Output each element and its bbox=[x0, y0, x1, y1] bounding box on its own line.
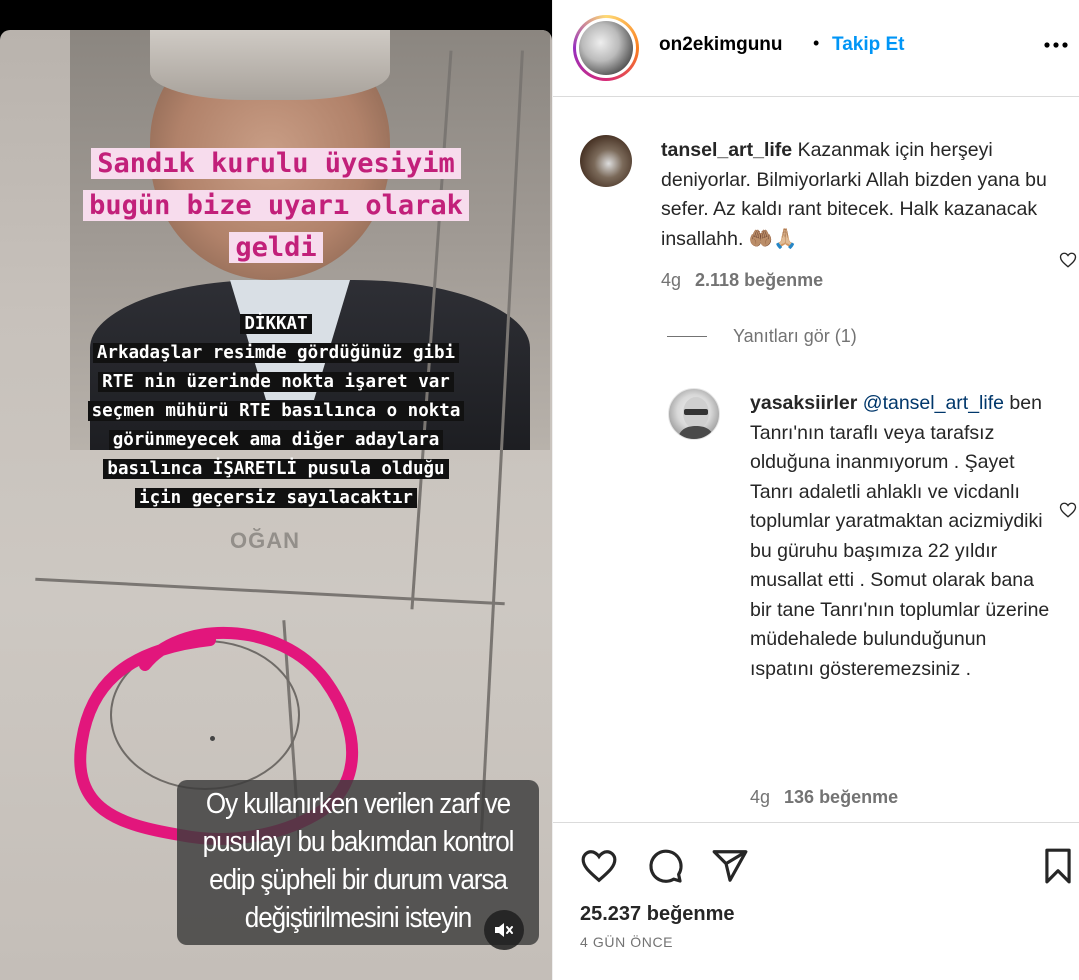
ballot-divider-line bbox=[35, 577, 505, 606]
pink-title-line: bugün bize uyarı olarak bbox=[83, 190, 469, 221]
warning-line: seçmen mühürü RTE basılınca o nokta bbox=[87, 401, 465, 421]
more-horizontal-icon[interactable] bbox=[1041, 30, 1071, 60]
heart-icon[interactable] bbox=[580, 847, 618, 885]
warning-line: basılınca İŞARETLİ pusula olduğu bbox=[103, 459, 449, 479]
follow-button[interactable]: Takip Et bbox=[832, 34, 905, 56]
post-date: 4 GÜN ÖNCE bbox=[580, 934, 674, 950]
post-likes[interactable]: 25.237 beğenme bbox=[580, 903, 735, 926]
comment-icon[interactable] bbox=[646, 847, 684, 885]
warning-line: görünmeyecek ama diğer adaylara bbox=[108, 430, 444, 450]
view-replies-label: Yanıtları gör (1) bbox=[733, 326, 857, 346]
reply-avatar-image bbox=[677, 397, 715, 439]
reply-meta: 4g 136 beğenme bbox=[750, 787, 898, 808]
warning-line: RTE nin üzerinde nokta işaret var bbox=[98, 372, 454, 392]
author-avatar[interactable] bbox=[573, 15, 639, 81]
post-dialog: OĞAN Sandık kurulu üyesiyim bugün bize u… bbox=[0, 0, 1079, 980]
reply-mention[interactable]: @tansel_art_life bbox=[863, 392, 1004, 414]
story-warning: DİKKAT Arkadaşlar resimde gördüğünüz gib… bbox=[0, 310, 552, 513]
media-panel: OĞAN Sandık kurulu üyesiyim bugün bize u… bbox=[0, 0, 552, 980]
post-actions: 25.237 beğenme 4 GÜN ÖNCE bbox=[553, 822, 1079, 980]
reply-avatar[interactable] bbox=[668, 388, 720, 440]
pink-title-line: geldi bbox=[229, 232, 323, 263]
reply-likes[interactable]: 136 beğenme bbox=[784, 787, 898, 807]
mute-button[interactable] bbox=[484, 910, 524, 950]
reply-text: ben Tanrı'nın taraflı veya tarafsız oldu… bbox=[750, 392, 1050, 680]
warning-line: DİKKAT bbox=[240, 314, 312, 334]
subtitle-line: Oy kullanırken verilen zarf ve bbox=[205, 788, 511, 820]
ballot-name: OĞAN bbox=[230, 528, 300, 553]
candidate-hair bbox=[150, 30, 390, 100]
story-pink-title: Sandık kurulu üyesiyim bugün bize uyarı … bbox=[0, 143, 552, 269]
comments-panel: on2ekimgunu • Takip Et tansel_art_life K… bbox=[552, 0, 1079, 980]
subtitle-line: pusulayı bu bakımdan kontrol bbox=[202, 826, 515, 858]
video-subtitle: Oy kullanırken verilen zarf ve pusulayı … bbox=[200, 785, 517, 937]
reply-time: 4g bbox=[750, 787, 771, 807]
comment-list: tansel_art_life Kazanmak için herşeyi de… bbox=[553, 98, 1079, 820]
warning-line: için geçersiz sayılacaktır bbox=[135, 488, 417, 508]
speaker-muted-icon bbox=[495, 923, 513, 937]
header-separator: • bbox=[813, 33, 820, 53]
reply-body: yasaksiirler @tansel_art_life ben Tanrı'… bbox=[750, 389, 1050, 684]
author-username[interactable]: on2ekimgunu bbox=[659, 34, 783, 56]
comment-likes[interactable]: 2.118 beğenme bbox=[695, 270, 823, 290]
subtitle-line: değiştirilmesini isteyin bbox=[244, 902, 473, 934]
comment-body: tansel_art_life Kazanmak için herşeyi de… bbox=[661, 136, 1051, 254]
bookmark-icon[interactable] bbox=[1039, 847, 1077, 885]
comment-time: 4g bbox=[661, 270, 682, 290]
subtitle-line: edip şüpheli bir durum varsa bbox=[209, 864, 508, 896]
author-avatar-image bbox=[579, 21, 633, 75]
comment-meta: 4g 2.118 beğenme bbox=[661, 270, 823, 291]
like-comment-heart-icon[interactable] bbox=[1059, 251, 1077, 269]
pink-title-line: Sandık kurulu üyesiyim bbox=[91, 148, 461, 179]
share-icon[interactable] bbox=[711, 847, 749, 885]
commenter-username[interactable]: tansel_art_life bbox=[661, 139, 792, 161]
like-reply-heart-icon[interactable] bbox=[1059, 501, 1077, 519]
warning-line: Arkadaşlar resimde gördüğünüz gibi bbox=[92, 343, 460, 363]
post-header: on2ekimgunu • Takip Et bbox=[553, 0, 1079, 97]
replies-divider bbox=[667, 336, 707, 337]
reply-username[interactable]: yasaksiirler bbox=[750, 392, 857, 414]
view-replies-button[interactable]: Yanıtları gör (1) bbox=[667, 326, 857, 347]
commenter-avatar[interactable] bbox=[580, 135, 632, 187]
